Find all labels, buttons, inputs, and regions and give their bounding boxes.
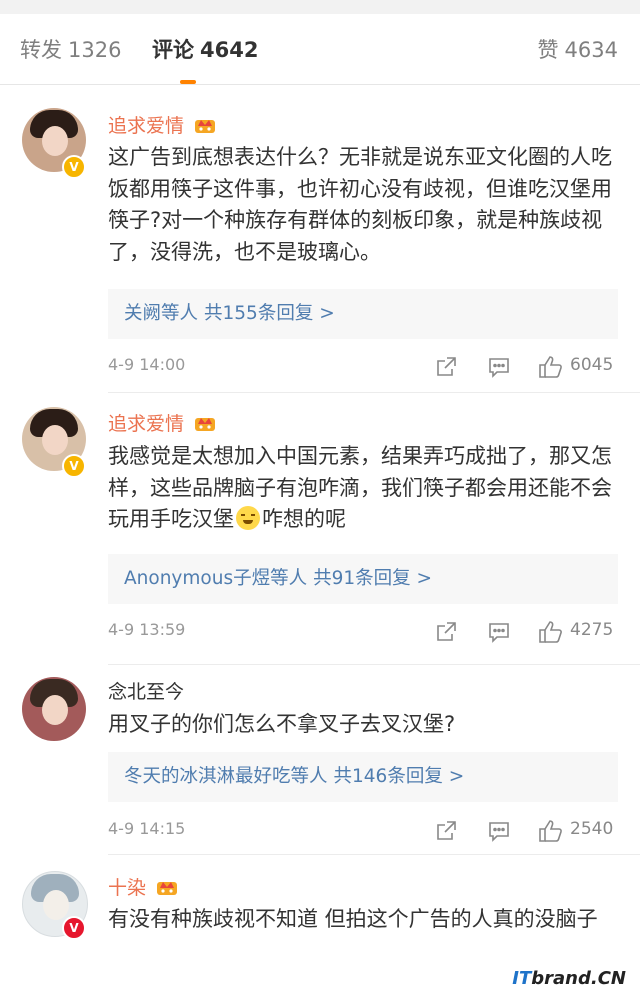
comment-text: 我感觉是太想加入中国元素，结果弄巧成拙了，那又怎样，这些品牌脑子有泡咋滴，我们筷… bbox=[108, 444, 612, 531]
reply-summary[interactable]: 冬天的冰淇淋最好吃等人 共146条回复 > bbox=[108, 752, 618, 802]
comment-icon[interactable] bbox=[487, 355, 513, 379]
tab-comment-count: 4642 bbox=[200, 38, 259, 62]
tab-repost-count: 1326 bbox=[68, 38, 122, 62]
thumbs-up-icon[interactable] bbox=[538, 819, 564, 843]
like-count: 2540 bbox=[570, 819, 614, 839]
comment-meta: 4-9 14:15 2540 bbox=[108, 819, 620, 845]
thumbs-up-icon[interactable] bbox=[538, 355, 564, 379]
comment-text: 用叉子的你们怎么不拿叉子去叉汉堡? bbox=[108, 712, 456, 736]
thumbs-up-icon[interactable] bbox=[538, 620, 564, 644]
username[interactable]: 念北至今 bbox=[108, 677, 184, 704]
crown-icon bbox=[157, 882, 178, 895]
tab-repost-label: 转发 bbox=[20, 38, 62, 62]
share-icon[interactable] bbox=[434, 620, 460, 644]
reply-total: 共155条回复 > bbox=[204, 303, 335, 324]
tab-comment[interactable]: 评论 4642 bbox=[152, 34, 258, 64]
comment-meta: 4-9 14:00 6045 bbox=[108, 355, 620, 381]
crown-icon bbox=[195, 120, 216, 133]
tab-repost[interactable]: 转发 1326 bbox=[20, 34, 121, 64]
comment-meta: 4-9 13:59 4275 bbox=[108, 620, 620, 646]
reply-total: 共146条回复 > bbox=[333, 766, 465, 787]
comment-icon[interactable] bbox=[487, 819, 513, 843]
username[interactable]: 追求爱情 bbox=[108, 409, 216, 436]
tab-like-count: 4634 bbox=[564, 38, 618, 62]
tab-like-label: 赞 bbox=[537, 38, 559, 62]
username[interactable]: 追求爱情 bbox=[108, 111, 216, 138]
username[interactable]: 十染 bbox=[108, 873, 178, 900]
tab-comment-label: 评论 bbox=[152, 38, 194, 62]
comment-icon[interactable] bbox=[487, 620, 513, 644]
comment-text: 有没有种族歧视不知道 但拍这个广告的人真的没脑子 bbox=[108, 907, 598, 931]
top-strip bbox=[0, 0, 640, 14]
avatar[interactable] bbox=[22, 677, 86, 741]
sweat-smile-emoji-icon bbox=[236, 506, 260, 530]
active-tab-indicator bbox=[180, 80, 196, 84]
verified-icon: V bbox=[62, 155, 86, 179]
reply-summary[interactable]: Anonymous子煜等人 共91条回复 > bbox=[108, 554, 618, 604]
tab-like[interactable]: 赞 4634 bbox=[538, 34, 618, 64]
share-icon[interactable] bbox=[434, 355, 460, 379]
reply-names: Anonymous子煜等人 bbox=[124, 568, 308, 589]
verified-icon: V bbox=[62, 916, 86, 940]
comment-time: 4-9 14:00 bbox=[108, 355, 186, 374]
comment-text: 这广告到底想表达什么？无非就是说东亚文化圈的人吃饭都用筷子这件事，也许初心没有歧… bbox=[108, 145, 612, 264]
comment-time: 4-9 13:59 bbox=[108, 620, 186, 639]
watermark-logo: ITbrand.CN bbox=[512, 968, 626, 989]
comment-time: 4-9 14:15 bbox=[108, 819, 186, 838]
crown-icon bbox=[195, 418, 216, 431]
comment-item: V 追求爱情 这广告到底想表达什么？无非就是说东亚文化圈的人吃饭都用筷子这件事，… bbox=[0, 85, 640, 393]
tab-bar: 转发 1326 评论 4642 赞 4634 bbox=[0, 14, 640, 85]
reply-summary[interactable]: 关阙等人 共155条回复 > bbox=[108, 289, 618, 339]
share-icon[interactable] bbox=[434, 819, 460, 843]
comment-item: V 追求爱情 我感觉是太想加入中国元素，结果弄巧成拙了，那又怎样，这些品牌脑子有… bbox=[0, 393, 640, 665]
reply-names: 关阙等人 bbox=[124, 303, 199, 324]
like-count: 4275 bbox=[570, 620, 614, 640]
verified-icon: V bbox=[62, 454, 86, 478]
comment-item: 念北至今 用叉子的你们怎么不拿叉子去叉汉堡? 冬天的冰淇淋最好吃等人 共146条回… bbox=[0, 665, 640, 855]
reply-total: 共91条回复 > bbox=[313, 568, 433, 589]
like-count: 6045 bbox=[570, 355, 614, 375]
reply-names: 冬天的冰淇淋最好吃等人 bbox=[124, 766, 328, 787]
